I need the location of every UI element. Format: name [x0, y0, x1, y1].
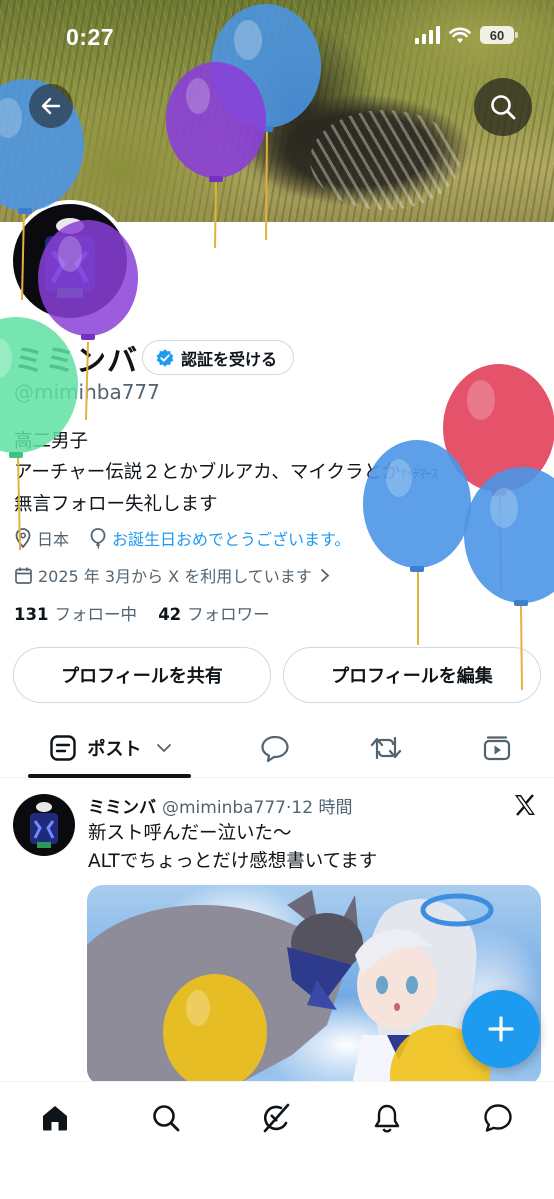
signal-icon: [415, 26, 440, 44]
following-count: 131: [14, 605, 49, 624]
plus-icon: [488, 1016, 514, 1042]
tab-media[interactable]: [474, 718, 520, 778]
search-icon: [491, 95, 516, 120]
status-time: 0:27: [66, 24, 115, 50]
banner-bird-pattern: [310, 110, 460, 210]
battery-icon: 60: [480, 26, 518, 44]
video-icon: [483, 736, 511, 761]
profile-bio: 高二男子 アーチャー伝説２とかブルアカ、マイクラとかﾔｯﾃﾏｰｽ 無言フォロー失…: [14, 426, 438, 520]
battery-level: 60: [489, 27, 505, 43]
verified-badge-icon: [156, 348, 174, 367]
nav-notifications[interactable]: [367, 1098, 407, 1138]
tab-replies[interactable]: [252, 718, 298, 778]
profile-meta-row: 日本 お誕生日おめでとうございます。: [14, 526, 350, 550]
chevron-down-icon: [156, 744, 171, 753]
followers-label: フォロワー: [187, 605, 270, 624]
back-arrow-icon: [41, 97, 61, 115]
home-icon: [43, 1106, 67, 1131]
post-text-line-1: 新スト呼んだー泣いた〜: [88, 823, 292, 844]
share-profile-button[interactable]: プロフィールを共有: [13, 647, 271, 703]
edit-profile-button[interactable]: プロフィールを編集: [283, 647, 541, 703]
search-icon: [153, 1105, 180, 1132]
post-header: ミミンバ @miminba777·12 時間: [88, 793, 352, 818]
nav-home[interactable]: [35, 1098, 75, 1138]
grok-icon: [263, 1103, 290, 1133]
following-label: フォロー中: [54, 605, 137, 624]
chevron-right-icon: [320, 568, 330, 583]
birthday-link[interactable]: お誕生日おめでとうございます。: [112, 526, 350, 550]
tab-posts-label: ポスト: [87, 739, 142, 760]
display-name: ミミンバ: [14, 344, 138, 379]
bottom-navigation: [0, 1081, 554, 1199]
tab-reposts[interactable]: [363, 718, 409, 778]
nav-messages[interactable]: [478, 1098, 518, 1138]
avatar-robot-icon: [30, 802, 58, 848]
avatar-robot-icon: [45, 218, 95, 298]
location-pin-icon: [14, 528, 32, 548]
back-button[interactable]: [29, 84, 73, 128]
nav-grok[interactable]: [256, 1098, 296, 1138]
post-avatar[interactable]: [13, 794, 75, 856]
bio-line-2-main: アーチャー伝説２とかブルアカ、マイクラとか: [14, 462, 401, 483]
avatar-image: [13, 204, 127, 318]
post-author-name[interactable]: ミミンバ: [88, 798, 156, 818]
profile-avatar[interactable]: [9, 200, 131, 322]
following-link[interactable]: 131 フォロー中: [14, 605, 137, 624]
profile-handle: @miminba777: [14, 380, 160, 404]
followers-count: 42: [158, 605, 182, 624]
reply-icon: [261, 735, 289, 763]
post-time[interactable]: 12 時間: [291, 798, 352, 818]
bio-line-2-small: ﾔｯﾃﾏｰｽ: [400, 466, 438, 481]
calendar-icon: [14, 566, 33, 585]
post-text: 新スト呼んだー泣いた〜 ALTでちょっとだけ感想書いてます: [88, 820, 377, 876]
joined-text: 2025 年 3月から X を利用しています: [38, 567, 312, 586]
tab-active-indicator: [28, 774, 191, 778]
followers-link[interactable]: 42 フォロワー: [158, 605, 269, 624]
posts-icon: [49, 735, 76, 761]
bell-icon: [374, 1104, 400, 1133]
x-logo-icon: [512, 792, 538, 822]
joined-row[interactable]: 2025 年 3月から X を利用しています: [14, 563, 335, 587]
verify-label: 認証を受ける: [181, 349, 278, 369]
balloon-icon: [89, 527, 107, 549]
location-text: 日本: [37, 530, 70, 549]
repost-icon: [370, 736, 402, 760]
post-text-line-2: ALTでちょっとだけ感想書いてます: [88, 851, 378, 872]
message-icon: [484, 1104, 512, 1132]
post-author-handle[interactable]: @miminba777: [162, 798, 286, 818]
get-verified-button[interactable]: 認証を受ける: [142, 340, 295, 375]
tab-posts[interactable]: ポスト: [28, 718, 191, 778]
compose-button[interactable]: [462, 990, 540, 1068]
banner-search-button[interactable]: [474, 78, 532, 136]
balloon-red: [443, 364, 554, 591]
status-icons: 60: [415, 26, 518, 44]
status-bar: 0:27 60: [0, 0, 554, 70]
bio-line-1: 高二男子: [14, 431, 89, 452]
wifi-icon: [449, 27, 471, 43]
bio-line-2: アーチャー伝説２とかブルアカ、マイクラとかﾔｯﾃﾏｰｽ: [14, 457, 438, 489]
bio-line-3: 無言フォロー失礼します: [14, 494, 218, 515]
follow-stats: 131 フォロー中 42 フォロワー: [14, 601, 270, 625]
profile-tabs: ポスト: [0, 718, 554, 778]
nav-explore[interactable]: [146, 1098, 186, 1138]
